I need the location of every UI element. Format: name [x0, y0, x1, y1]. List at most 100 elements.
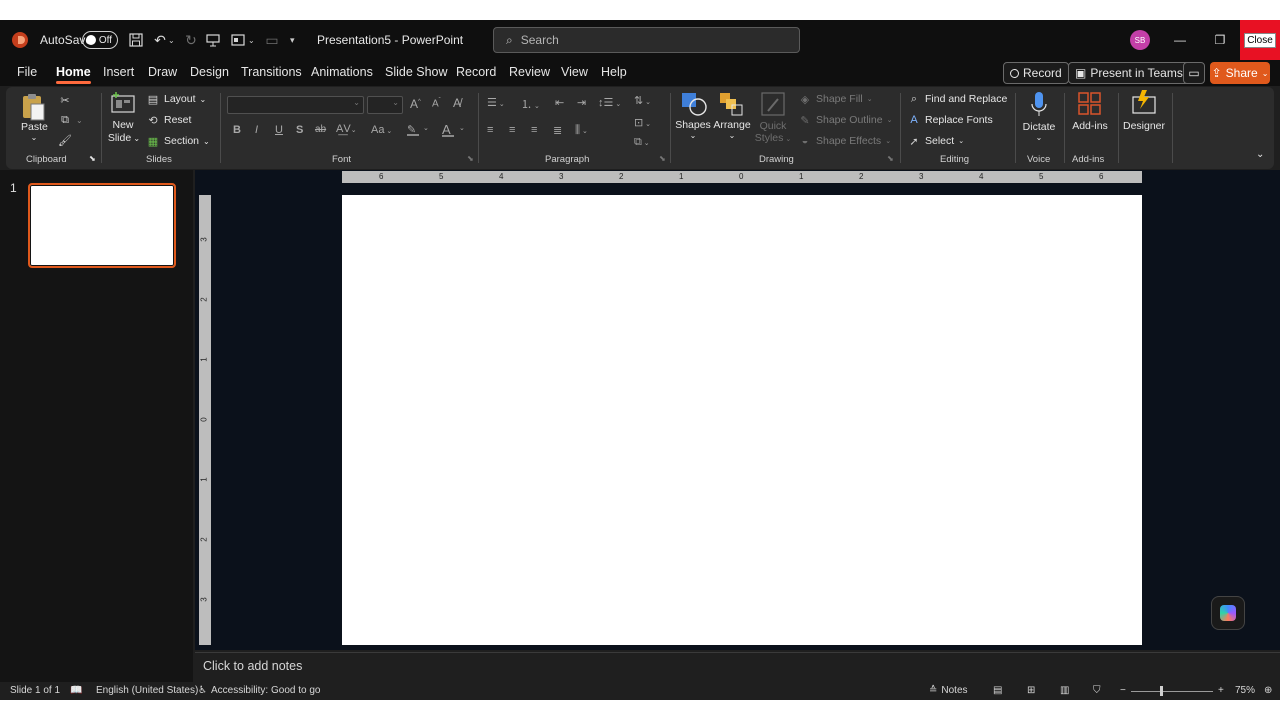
tab-file[interactable]: File — [17, 65, 37, 79]
highlight-dropdown-icon[interactable]: ⌄ — [423, 124, 429, 132]
reading-view-icon[interactable]: ▥ — [1060, 685, 1069, 696]
quick-styles-label-1[interactable]: Quick — [758, 120, 788, 132]
justify-icon[interactable]: ≣ — [553, 124, 562, 137]
font-family-select[interactable]: ⌄ — [227, 96, 364, 114]
text-direction-icon[interactable]: ⇅ ⌄ — [634, 94, 651, 107]
highlight-icon[interactable]: ✎ — [407, 123, 419, 136]
bullets-icon[interactable]: ☰ ⌄ — [487, 96, 505, 109]
slide-thumbnail[interactable] — [28, 183, 176, 268]
search-input[interactable]: ⌕ Search — [493, 27, 800, 53]
new-slide-button[interactable] — [110, 91, 136, 115]
align-center-icon[interactable]: ≡ — [509, 124, 515, 136]
character-spacing-icon[interactable]: A͟V⌄ — [336, 123, 357, 135]
present-in-teams-button[interactable]: ▣ Present in Teams — [1068, 62, 1190, 84]
designer-button[interactable] — [1130, 89, 1158, 117]
fit-to-window-icon[interactable]: ⊕ — [1264, 685, 1272, 696]
minimize-icon[interactable]: — — [1160, 20, 1200, 60]
arrange-button[interactable] — [718, 91, 744, 117]
tab-animations[interactable]: Animations — [311, 65, 373, 79]
increase-font-size-icon[interactable]: A^ — [410, 97, 421, 111]
columns-icon[interactable]: ⫼ ⌄ — [575, 124, 588, 137]
spelling-icon[interactable]: 📖 — [70, 685, 82, 696]
tab-help[interactable]: Help — [601, 65, 627, 79]
paste-dropdown-icon[interactable]: ⌄ — [28, 133, 40, 142]
avatar[interactable]: SB — [1130, 30, 1150, 50]
arrange-dropdown-icon[interactable]: ⌄ — [725, 131, 739, 140]
tab-review[interactable]: Review — [509, 65, 550, 79]
customize-qat-icon[interactable]: ▾ — [290, 20, 295, 60]
tab-view[interactable]: View — [561, 65, 588, 79]
language-status[interactable]: English (United States) — [96, 685, 198, 696]
paragraph-launcher-icon[interactable]: ⬊ — [659, 154, 666, 163]
undo-icon[interactable]: ↶ ⌄ — [152, 20, 175, 60]
save-icon[interactable] — [129, 20, 143, 60]
dictate-label[interactable]: Dictate — [1020, 121, 1058, 133]
share-button[interactable]: ⇪ Share ⌄ — [1210, 62, 1270, 84]
slide-canvas[interactable] — [342, 195, 1142, 645]
comment-qat-icon[interactable]: ▭ — [264, 20, 280, 60]
notes-pane[interactable]: Click to add notes — [195, 652, 1280, 682]
new-slide-label-1[interactable]: New — [110, 119, 136, 131]
tab-record[interactable]: Record — [456, 65, 496, 79]
add-ins-button[interactable] — [1077, 91, 1103, 117]
change-case-button[interactable]: Aa ⌄ — [371, 124, 392, 136]
font-color-dropdown-icon[interactable]: ⌄ — [459, 124, 465, 132]
designer-label[interactable]: Designer — [1120, 120, 1168, 132]
close-button[interactable]: Close — [1240, 20, 1280, 60]
tab-transitions[interactable]: Transitions — [241, 65, 302, 79]
comments-button[interactable]: ▭ — [1183, 62, 1205, 84]
shadow-button[interactable]: S — [296, 124, 303, 136]
arrange-label[interactable]: Arrange — [712, 119, 752, 131]
decrease-indent-icon[interactable]: ⇤ — [555, 96, 564, 109]
align-text-icon[interactable]: ⊡ ⌄ — [634, 116, 651, 129]
select-button[interactable]: ➚ Select ⌄ — [907, 134, 964, 148]
paste-label[interactable]: Paste — [21, 121, 48, 133]
zoom-in-icon[interactable]: + — [1218, 685, 1224, 696]
tab-insert[interactable]: Insert — [103, 65, 134, 79]
record-button[interactable]: Record — [1003, 62, 1069, 84]
add-ins-label[interactable]: Add-ins — [1068, 120, 1112, 132]
decrease-font-size-icon[interactable]: Aˇ — [432, 98, 441, 109]
accessibility-status[interactable]: ♿ Accessibility: Good to go — [198, 685, 320, 696]
zoom-level[interactable]: 75% — [1235, 685, 1255, 696]
cut-icon[interactable]: ✂ — [58, 93, 72, 107]
quick-styles-label-2[interactable]: Styles ⌄ — [754, 132, 792, 144]
new-slide-label-2[interactable]: Slide ⌄ — [106, 132, 142, 144]
align-right-icon[interactable]: ≡ — [531, 124, 537, 136]
shapes-dropdown-icon[interactable]: ⌄ — [686, 131, 700, 140]
reset-button[interactable]: ⟲ Reset — [146, 113, 191, 127]
tab-slide-show[interactable]: Slide Show — [385, 65, 448, 79]
shape-fill-button[interactable]: ◈ Shape Fill ⌄ — [798, 92, 873, 106]
zoom-slider[interactable] — [1131, 691, 1213, 692]
increase-indent-icon[interactable]: ⇥ — [577, 96, 586, 109]
convert-to-smartart-icon[interactable]: ⧉ ⌄ — [634, 136, 650, 149]
clear-formatting-icon[interactable]: A̸ — [453, 96, 461, 110]
collapse-ribbon-icon[interactable]: ⌄ — [1256, 149, 1264, 160]
zoom-slider-knob[interactable] — [1160, 686, 1163, 696]
dictate-button[interactable] — [1030, 91, 1048, 119]
italic-button[interactable]: I — [255, 124, 258, 136]
zoom-out-icon[interactable]: − — [1120, 685, 1126, 696]
format-painter-icon[interactable]: 🖌 — [58, 133, 72, 147]
slideshow-view-icon[interactable]: ⛉ — [1093, 685, 1101, 696]
shape-effects-button[interactable]: ◒ Shape Effects ⌄ — [798, 134, 891, 148]
font-launcher-icon[interactable]: ⬊ — [467, 154, 474, 163]
replace-fonts-button[interactable]: A Replace Fonts — [907, 113, 992, 127]
dictate-dropdown-icon[interactable]: ⌄ — [1032, 133, 1046, 142]
section-button[interactable]: ▦ Section ⌄ — [146, 134, 210, 148]
copy-icon[interactable]: ⧉ ⌄ — [58, 113, 83, 127]
start-from-beginning-icon[interactable] — [206, 20, 220, 60]
clipboard-launcher-icon[interactable]: ⬊ — [89, 154, 96, 163]
restore-icon[interactable]: ❐ — [1200, 20, 1240, 60]
drawing-launcher-icon[interactable]: ⬊ — [887, 154, 894, 163]
layout-button[interactable]: ▤ Layout ⌄ — [146, 92, 206, 106]
slide-sorter-icon[interactable]: ⊞ — [1027, 685, 1035, 696]
shapes-button[interactable] — [680, 91, 708, 117]
tab-draw[interactable]: Draw — [148, 65, 177, 79]
tab-home[interactable]: Home — [56, 65, 91, 84]
shape-outline-button[interactable]: ✎ Shape Outline ⌄ — [798, 113, 892, 127]
numbering-icon[interactable]: ⒈ ⌄ — [521, 96, 540, 112]
paste-button[interactable] — [20, 92, 46, 122]
strikethrough-button[interactable]: ab — [315, 124, 326, 135]
redo-icon[interactable]: ↻ — [183, 20, 199, 60]
